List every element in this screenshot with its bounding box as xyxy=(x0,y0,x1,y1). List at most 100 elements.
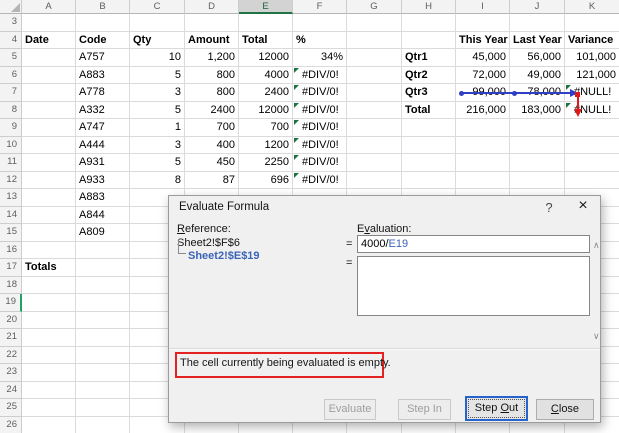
scroll-up-icon[interactable]: ∧ xyxy=(593,240,600,251)
cell-K4[interactable]: Variance xyxy=(565,32,619,49)
cell-F4[interactable]: % xyxy=(293,31,347,49)
cell-I12[interactable] xyxy=(456,171,510,189)
cell-A15[interactable] xyxy=(22,224,76,242)
cell-E10[interactable]: 1200 xyxy=(239,136,293,154)
cell-A20[interactable] xyxy=(22,311,76,329)
cell-B6[interactable]: A883 xyxy=(76,66,130,84)
cell-G11[interactable] xyxy=(347,154,402,172)
step-out-button[interactable]: Step Out xyxy=(465,396,528,421)
cell-K3[interactable] xyxy=(565,14,619,32)
row-header-23[interactable]: 23 xyxy=(0,364,22,382)
cell-A16[interactable] xyxy=(22,241,76,259)
row-header-14[interactable]: 14 xyxy=(0,206,22,224)
cell-D11[interactable]: 450 xyxy=(185,154,239,172)
cell-J3[interactable] xyxy=(510,14,565,32)
row-header-24[interactable]: 24 xyxy=(0,381,22,399)
cell-H8[interactable]: Total xyxy=(402,101,456,119)
cell-A17[interactable]: Totals xyxy=(22,259,76,277)
row-header-18[interactable]: 18 xyxy=(0,276,22,294)
cell-I4[interactable]: This Year xyxy=(456,31,510,49)
cell-B13[interactable]: A883 xyxy=(76,189,130,207)
row-header-11[interactable]: 11 xyxy=(0,154,22,172)
cell-F11[interactable]: #DIV/0! xyxy=(293,154,347,172)
row-header-12[interactable]: 12 xyxy=(0,171,22,189)
row-header-26[interactable]: 26 xyxy=(0,416,22,433)
cell-G5[interactable] xyxy=(347,49,402,67)
row-header-4[interactable]: 4 xyxy=(0,31,22,49)
cell-A11[interactable] xyxy=(22,154,76,172)
row-header-7[interactable]: 7 xyxy=(0,84,22,102)
cell-A7[interactable] xyxy=(22,84,76,102)
cell-A24[interactable] xyxy=(22,381,76,399)
cell-A10[interactable] xyxy=(22,136,76,154)
cell-D6[interactable]: 800 xyxy=(185,66,239,84)
cell-H10[interactable] xyxy=(402,136,456,154)
row-header-3[interactable]: 3 xyxy=(0,14,22,32)
cell-C3[interactable] xyxy=(130,14,185,32)
close-icon[interactable]: × xyxy=(569,197,597,216)
cell-J8[interactable]: 183,000 xyxy=(510,101,565,119)
column-header-D[interactable]: D xyxy=(185,0,239,14)
cell-A14[interactable] xyxy=(22,206,76,224)
cell-G4[interactable] xyxy=(347,31,402,49)
cell-E6[interactable]: 4000 xyxy=(239,66,293,84)
cell-B26[interactable] xyxy=(76,416,130,433)
cell-E12[interactable]: 696 xyxy=(239,171,293,189)
cell-J12[interactable] xyxy=(510,171,565,189)
row-header-22[interactable]: 22 xyxy=(0,346,22,364)
cell-F9[interactable]: #DIV/0! xyxy=(293,119,347,137)
cell-H9[interactable] xyxy=(402,119,456,137)
cell-I6[interactable]: 72,000 xyxy=(456,66,510,84)
cell-D4[interactable]: Amount xyxy=(185,31,239,49)
row-header-9[interactable]: 9 xyxy=(0,119,22,137)
row-header-10[interactable]: 10 xyxy=(0,136,22,154)
column-header-K[interactable]: K xyxy=(565,0,619,14)
cell-C6[interactable]: 5 xyxy=(130,66,185,84)
cell-G12[interactable] xyxy=(347,171,402,189)
cell-B12[interactable]: A933 xyxy=(76,171,130,189)
cell-D8[interactable]: 2400 xyxy=(185,101,239,119)
column-header-E[interactable]: E xyxy=(239,0,293,14)
cell-B25[interactable] xyxy=(76,399,130,417)
cell-C7[interactable]: 3 xyxy=(130,84,185,102)
cell-B17[interactable] xyxy=(76,259,130,277)
cell-B3[interactable] xyxy=(76,14,130,32)
cell-J6[interactable]: 49,000 xyxy=(510,66,565,84)
column-header-G[interactable]: G xyxy=(347,0,402,14)
cell-A5[interactable] xyxy=(22,49,76,67)
cell-I9[interactable] xyxy=(456,119,510,137)
cell-J9[interactable] xyxy=(510,119,565,137)
cell-K6[interactable]: 121,000 xyxy=(565,67,619,84)
row-header-20[interactable]: 20 xyxy=(0,311,22,329)
row-header-5[interactable]: 5 xyxy=(0,49,22,67)
cell-G3[interactable] xyxy=(347,14,402,32)
cell-I5[interactable]: 45,000 xyxy=(456,49,510,67)
cell-F12[interactable]: #DIV/0! xyxy=(293,171,347,189)
column-header-C[interactable]: C xyxy=(130,0,185,14)
column-header-A[interactable]: A xyxy=(22,0,76,14)
cell-B22[interactable] xyxy=(76,346,130,364)
cell-G9[interactable] xyxy=(347,119,402,137)
cell-E3[interactable] xyxy=(239,14,293,32)
cell-B14[interactable]: A844 xyxy=(76,206,130,224)
cell-B24[interactable] xyxy=(76,381,130,399)
cell-A25[interactable] xyxy=(22,399,76,417)
row-header-21[interactable]: 21 xyxy=(0,329,22,347)
cell-B20[interactable] xyxy=(76,311,130,329)
help-icon[interactable]: ? xyxy=(537,199,561,216)
row-header-8[interactable]: 8 xyxy=(0,101,22,119)
cell-A6[interactable] xyxy=(22,66,76,84)
cell-D12[interactable]: 87 xyxy=(185,171,239,189)
row-header-16[interactable]: 16 xyxy=(0,241,22,259)
close-button[interactable]: Close xyxy=(536,399,594,420)
cell-F6[interactable]: #DIV/0! xyxy=(293,66,347,84)
cell-E8[interactable]: 12000 xyxy=(239,101,293,119)
cell-B5[interactable]: A757 xyxy=(76,49,130,67)
cell-C4[interactable]: Qty xyxy=(130,31,185,49)
cell-D9[interactable]: 700 xyxy=(185,119,239,137)
column-header-I[interactable]: I xyxy=(456,0,510,14)
sub-evaluation-box[interactable] xyxy=(357,256,590,316)
cell-H3[interactable] xyxy=(402,14,456,32)
cell-B19[interactable] xyxy=(76,294,130,312)
cell-A9[interactable] xyxy=(22,119,76,137)
